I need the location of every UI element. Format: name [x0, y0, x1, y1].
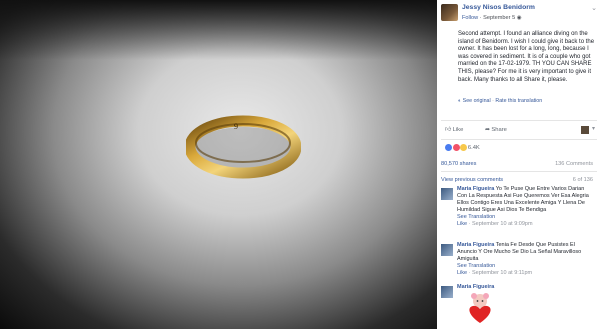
comment-like-button[interactable]: Like	[457, 270, 467, 276]
post-photo[interactable]: 9	[0, 0, 437, 329]
svg-text:9: 9	[234, 122, 238, 131]
view-previous-comments-link[interactable]: View previous comments	[441, 177, 503, 183]
sad-reaction-icon	[460, 144, 468, 151]
commenter-name[interactable]: Maria Figueira	[457, 284, 494, 290]
share-button[interactable]: ➦ Share	[485, 127, 517, 133]
translation-links: ◐ See original · Rate this translation	[458, 98, 542, 104]
like-reaction-icon	[445, 144, 452, 151]
share-label: Share	[491, 127, 507, 133]
commenter-name[interactable]: Maria Figueira	[457, 186, 494, 192]
comment-body: Maria Figueira Yo Te Puse Que Entre Vari…	[457, 186, 595, 228]
comment-meta: Like · September 10 at 9:11pm	[457, 270, 595, 277]
reactions-summary[interactable]: 6.4K	[445, 144, 480, 154]
reaction-count: 6.4K	[467, 145, 480, 152]
commenter-avatar[interactable]	[441, 188, 453, 200]
see-translation-link[interactable]: See Translation	[457, 263, 595, 270]
like-button[interactable]: 👍︎ Like	[445, 126, 473, 133]
rate-translation-link[interactable]: Rate this translation	[495, 98, 542, 104]
see-original-link[interactable]: See original	[463, 98, 491, 104]
post-meta: Follow · September 5 ◉	[462, 15, 522, 21]
page-avatar[interactable]	[441, 4, 458, 21]
comment-meta: Like · September 10 at 9:09pm	[457, 221, 595, 228]
commenter-avatar[interactable]	[441, 244, 453, 256]
commenter-name[interactable]: Maria Figueira	[457, 242, 494, 248]
share-comment-stats: 80,570 shares 136 Comments	[441, 161, 597, 167]
reaction-chevron-icon[interactable]: ▾	[592, 125, 595, 132]
comment-like-button[interactable]: Like	[457, 221, 467, 227]
post-sidebar: Jessy Nisos Benidorm Follow · September …	[437, 0, 600, 329]
post-header: Jessy Nisos Benidorm Follow · September …	[441, 4, 597, 28]
heart-bear-sticker	[469, 293, 491, 323]
options-chevron-icon[interactable]: ⌄	[591, 4, 597, 12]
divider	[441, 139, 597, 140]
comment-body: Maria Figueira	[457, 284, 595, 291]
love-reaction-icon	[452, 144, 460, 151]
action-bar: 👍︎ Like ➦ Share ▾	[445, 126, 595, 136]
divider	[441, 120, 597, 121]
gold-ring-image: 9	[186, 115, 301, 179]
photo-shadow	[0, 0, 437, 60]
post-date[interactable]: September 5	[483, 15, 515, 21]
comments-count[interactable]: 136 Comments	[555, 161, 593, 167]
comment-body: Maria Figueira Tenia Fe Desde Que Pusist…	[457, 242, 595, 277]
viewer-avatar[interactable]	[581, 126, 589, 134]
comment-time[interactable]: September 10 at 9:11pm	[472, 270, 532, 276]
previous-comments: View previous comments 6 of 136	[441, 177, 597, 183]
post-text: Second attempt. I found an alliance divi…	[458, 31, 595, 83]
see-translation-link[interactable]: See Translation	[457, 214, 595, 221]
comment-pagination: 6 of 136	[572, 177, 593, 183]
follow-button[interactable]: Follow	[462, 15, 478, 21]
comment-time[interactable]: September 10 at 9:09pm	[472, 221, 533, 227]
shares-count[interactable]: 80,570 shares	[441, 161, 476, 167]
commenter-avatar[interactable]	[441, 286, 453, 298]
page-name-link[interactable]: Jessy Nisos Benidorm	[462, 4, 535, 11]
divider	[441, 171, 597, 172]
like-label: Like	[452, 127, 464, 133]
globe-icon: ◉	[516, 15, 522, 21]
